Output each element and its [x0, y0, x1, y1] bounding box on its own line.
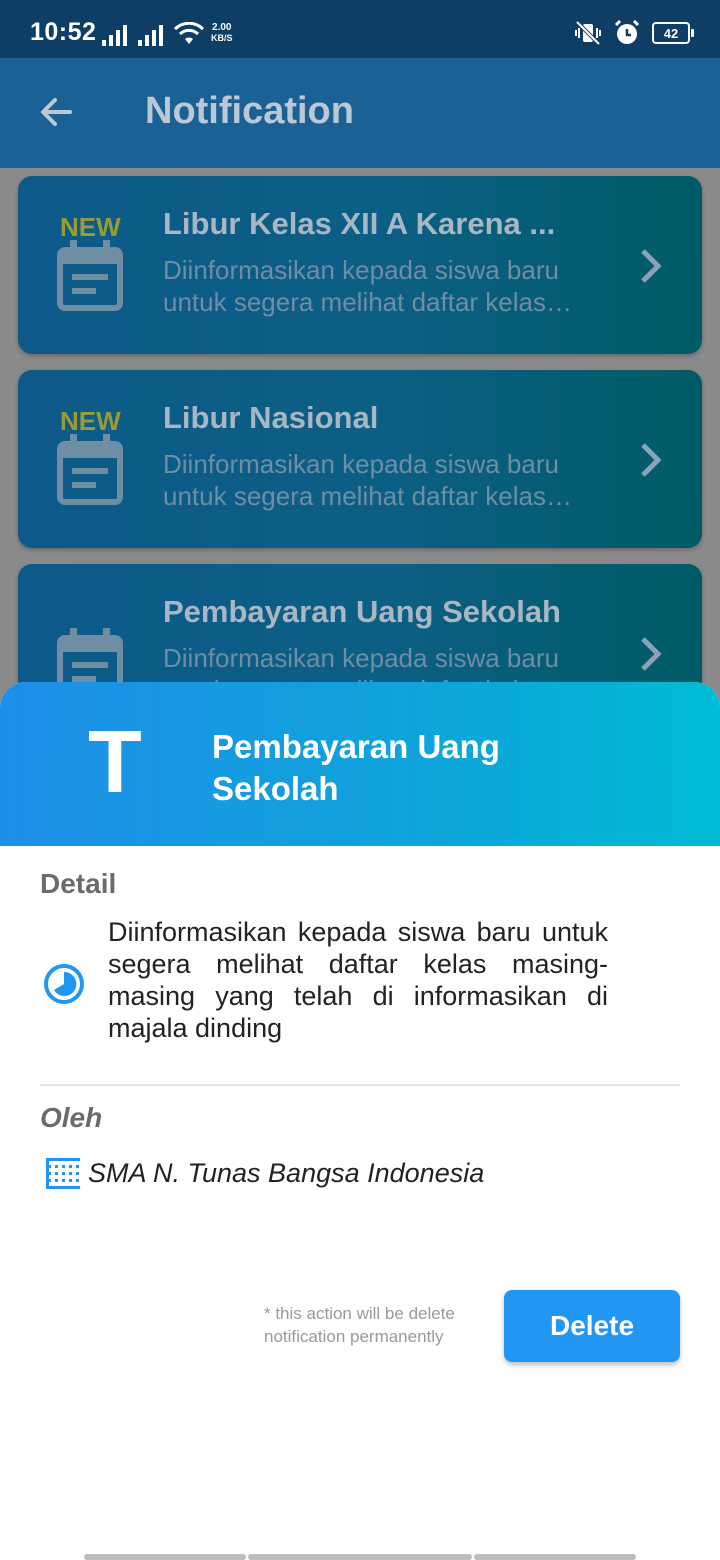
net-speed: 2.00 KB/S: [211, 22, 233, 44]
notification-title: Libur Nasional: [163, 400, 379, 435]
status-time: 10:52: [30, 18, 97, 46]
page-title: Notification: [145, 90, 354, 132]
notification-detail-sheet: T Pembayaran Uang Sekolah Detail Diinfor…: [0, 682, 720, 1560]
sheet-header: T Pembayaran Uang Sekolah: [0, 682, 720, 846]
building-icon: [46, 1158, 80, 1189]
wifi-icon: [174, 22, 204, 44]
signal-icon: [138, 24, 163, 46]
delete-button[interactable]: Delete: [504, 1290, 680, 1362]
organization-name: SMA N. Tunas Bangsa Indonesia: [88, 1158, 485, 1188]
chevron-right-icon: [641, 637, 662, 671]
chevron-right-icon: [641, 249, 662, 283]
notification-card[interactable]: NEW Libur Kelas XII A Karena ... Diinfor…: [18, 176, 702, 354]
detail-text: Diinformasikan kepada siswa baru untuk s…: [108, 917, 608, 1043]
calendar-icon: [57, 434, 123, 505]
app-bar: Notification: [0, 58, 720, 168]
notification-title: Libur Kelas XII A Karena ...: [163, 206, 556, 241]
alarm-icon: [614, 20, 640, 44]
avatar: T: [88, 712, 142, 811]
notification-card[interactable]: NEW Libur Nasional Diinformasikan kepada…: [18, 370, 702, 548]
notification-body: Diinformasikan kepada siswa baru untuk s…: [163, 449, 572, 511]
sheet-title: Pembayaran Uang Sekolah: [212, 728, 500, 807]
delete-warning: * this action will be delete notificatio…: [264, 1304, 455, 1346]
nav-handle: [474, 1554, 636, 1560]
divider: [40, 1084, 680, 1086]
detail-label: Detail: [40, 868, 117, 899]
status-bar: 10:52 2.00 KB/S 42: [0, 0, 720, 58]
arrow-left-icon[interactable]: [36, 92, 76, 132]
chevron-right-icon: [641, 443, 662, 477]
nav-handle: [248, 1554, 472, 1560]
notification-title: Pembayaran Uang Sekolah: [163, 594, 561, 629]
vibrate-off-icon: [575, 20, 601, 46]
by-label: Oleh: [40, 1102, 103, 1133]
nav-handle: [84, 1554, 246, 1560]
notification-body: Diinformasikan kepada siswa baru untuk s…: [163, 255, 572, 317]
calendar-icon: [57, 240, 123, 311]
battery-icon: 42: [652, 22, 694, 44]
signal-icon: [102, 24, 127, 46]
clock-icon: [44, 964, 84, 1004]
